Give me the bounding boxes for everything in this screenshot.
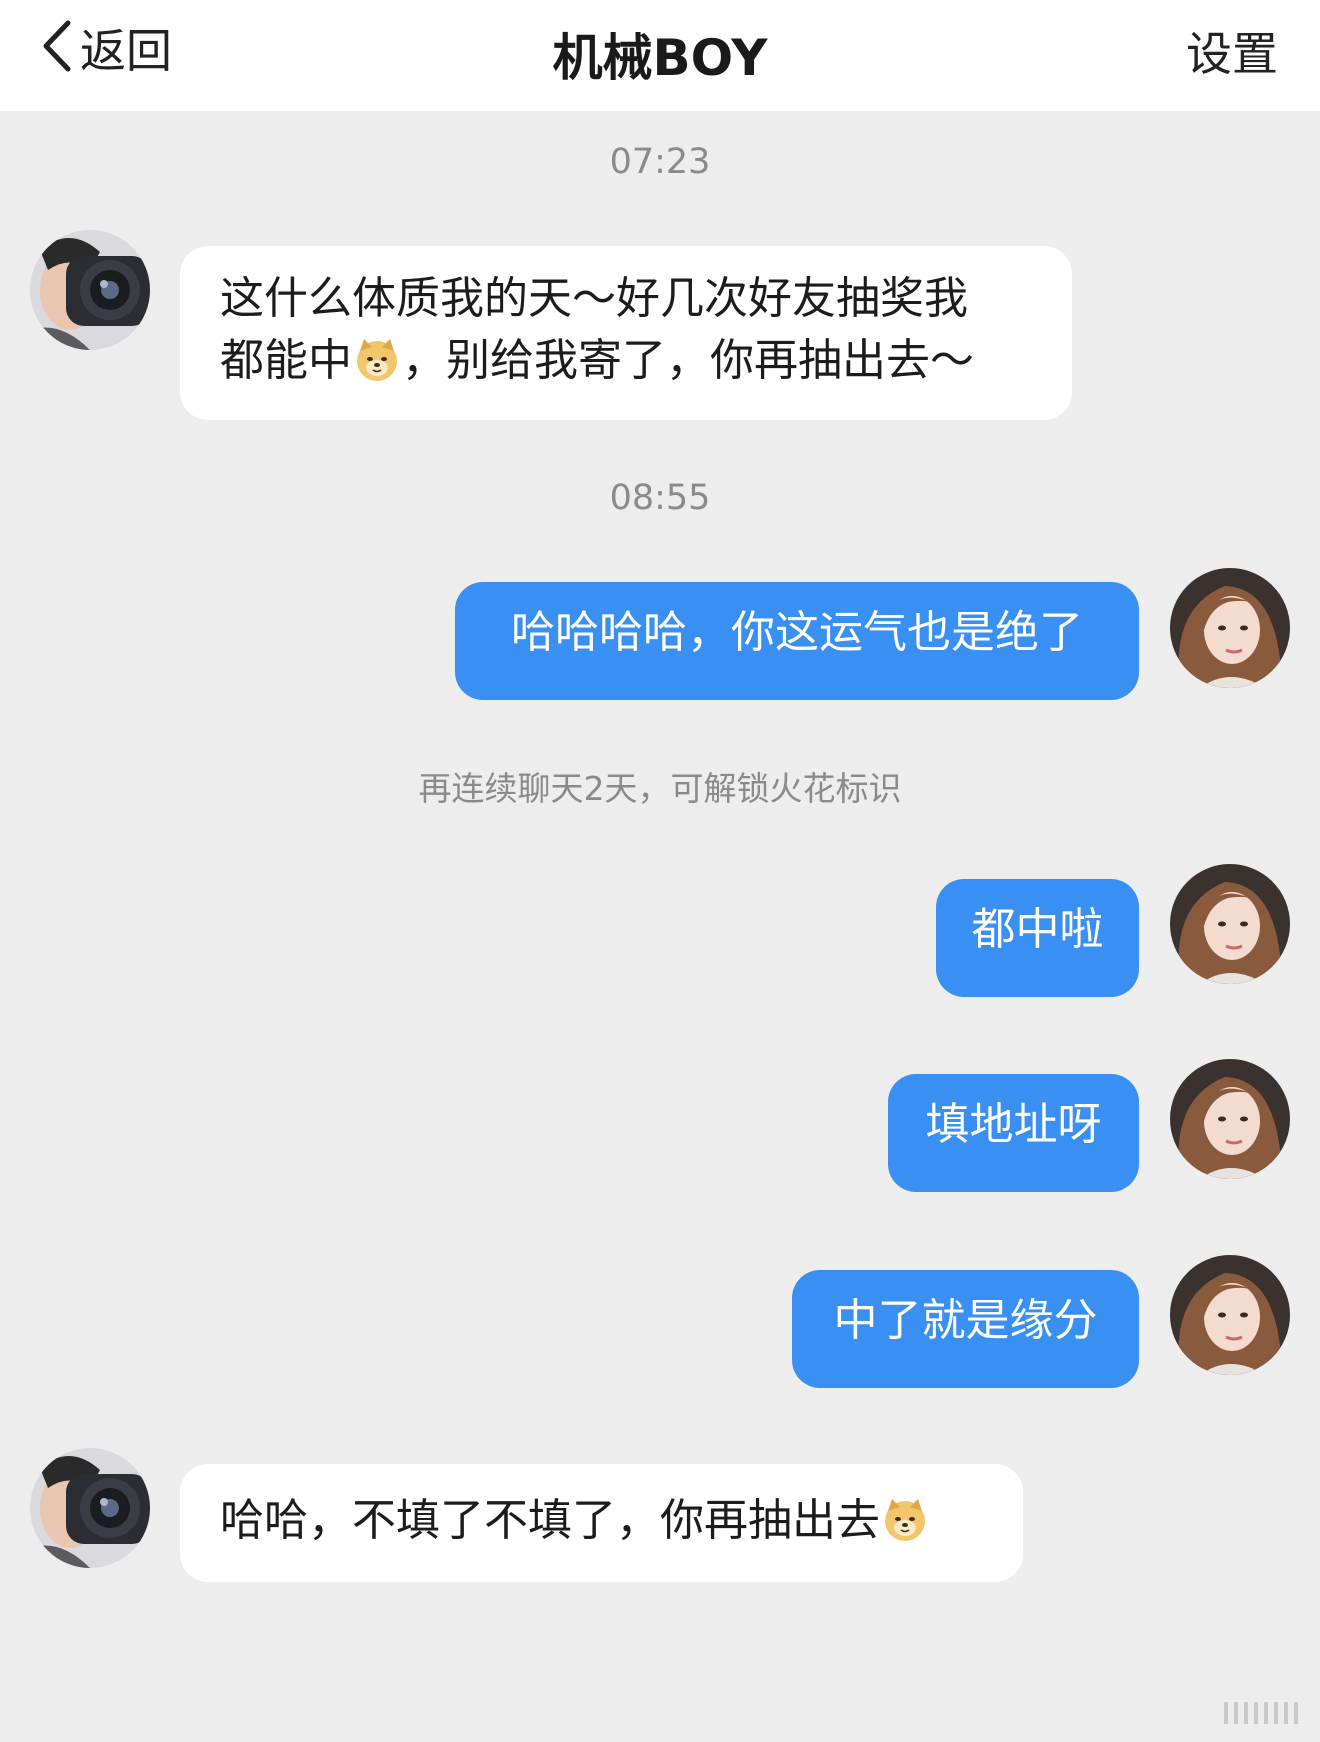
- message-bubble-outgoing[interactable]: 都中啦: [936, 879, 1139, 997]
- message-bubble-outgoing[interactable]: 填地址呀: [888, 1074, 1139, 1192]
- message-text: 填地址呀: [925, 1099, 1102, 1150]
- chat-title: 机械BOY: [552, 29, 768, 87]
- avatar-me[interactable]: [1170, 1255, 1290, 1375]
- avatar-other[interactable]: [30, 230, 150, 350]
- message-text: 哈哈，不填了不填了，你再抽出去: [220, 1495, 880, 1546]
- avatar-other[interactable]: [30, 1448, 150, 1568]
- timestamp: 08:55: [609, 478, 711, 518]
- avatar-me[interactable]: [1170, 568, 1290, 688]
- message-bubble-outgoing[interactable]: 哈哈哈哈，你这运气也是绝了: [455, 582, 1139, 700]
- message-bubble-incoming[interactable]: 这什么体质我的天～好几次好友抽奖我 都能中 ，别给我寄了，你再抽出去～: [180, 246, 1072, 420]
- message-bubble-outgoing[interactable]: 中了就是缘分: [792, 1270, 1139, 1388]
- watermark: [1224, 1702, 1298, 1724]
- message-text: 中了就是缘分: [833, 1295, 1098, 1346]
- doge-emoji-icon: [354, 337, 400, 383]
- message-text: 都中啦: [971, 904, 1104, 955]
- message-line: ，别给我寄了，你再抽出去～: [402, 335, 974, 386]
- system-notice: 再连续聊天2天，可解锁火花标识: [418, 769, 902, 808]
- settings-button[interactable]: 设置: [1186, 18, 1278, 84]
- doge-emoji-icon: [882, 1497, 928, 1543]
- message-line: 都能中: [220, 335, 352, 386]
- timestamp: 07:23: [609, 142, 711, 182]
- avatar-me[interactable]: [1170, 1059, 1290, 1179]
- avatar-me[interactable]: [1170, 864, 1290, 984]
- message-bubble-incoming[interactable]: 哈哈，不填了不填了，你再抽出去: [180, 1464, 1023, 1582]
- message-line: 这什么体质我的天～好几次好友抽奖我: [220, 273, 968, 324]
- message-text: 哈哈哈哈，你这运气也是绝了: [511, 607, 1083, 658]
- nav-bar: 返回 机械BOY 设置: [0, 0, 1320, 111]
